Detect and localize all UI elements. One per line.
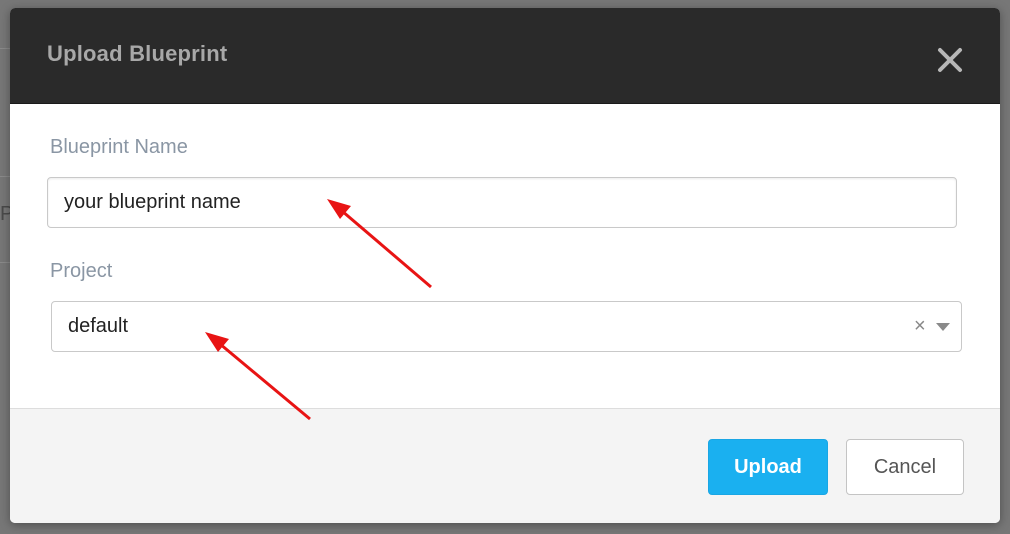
dialog-header: Upload Blueprint xyxy=(10,8,1000,104)
project-label: Project xyxy=(50,260,113,282)
close-icon-glyph xyxy=(938,48,962,72)
clear-icon[interactable]: × xyxy=(914,315,926,337)
dialog-body: Blueprint Name Project default × xyxy=(10,104,1000,408)
upload-button[interactable]: Upload xyxy=(708,439,828,495)
upload-blueprint-dialog: Upload Blueprint Blueprint Name Project … xyxy=(10,8,1000,523)
close-icon[interactable] xyxy=(936,46,964,74)
dialog-title: Upload Blueprint xyxy=(47,41,228,66)
project-selected-value: default xyxy=(68,315,129,337)
dialog-footer: Upload Cancel xyxy=(10,408,1000,523)
project-select[interactable]: default × xyxy=(51,301,962,352)
chevron-down-icon[interactable] xyxy=(936,323,950,331)
blueprint-name-input[interactable] xyxy=(47,177,957,228)
blueprint-name-label: Blueprint Name xyxy=(50,136,188,158)
cancel-button[interactable]: Cancel xyxy=(846,439,964,495)
